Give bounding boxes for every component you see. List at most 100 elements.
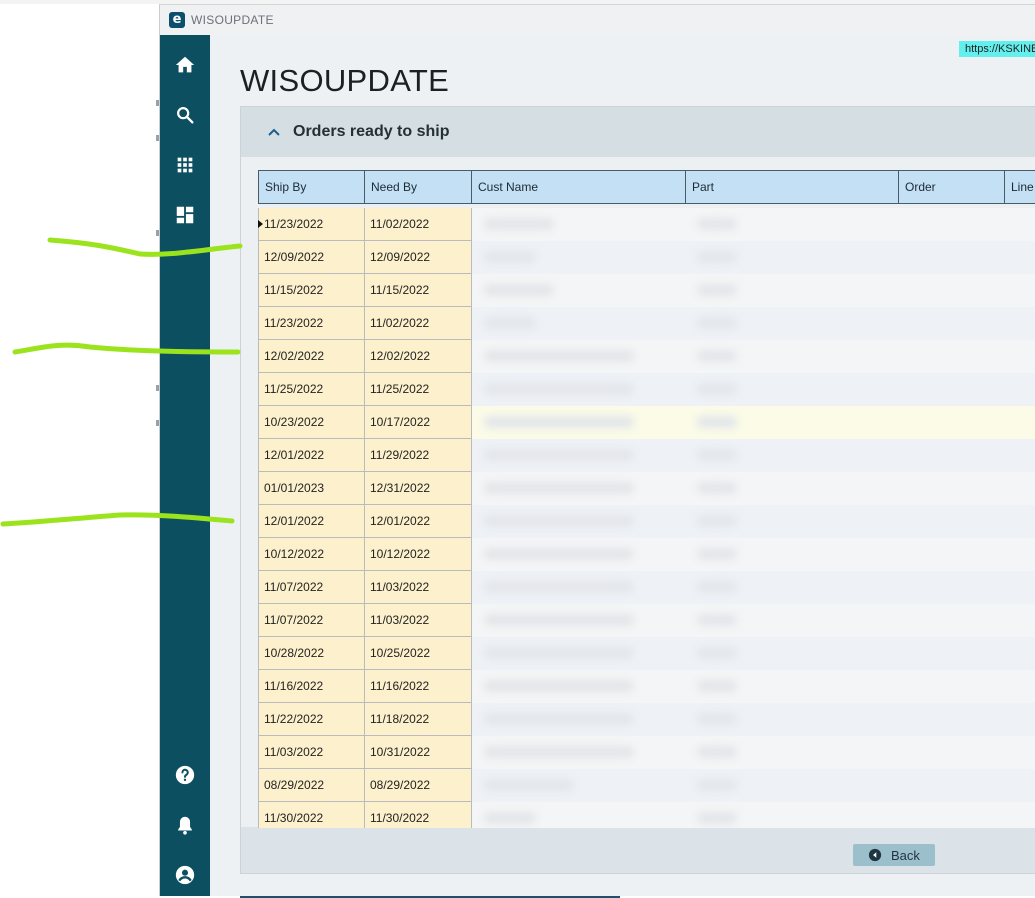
table-row[interactable]: 10/12/2022 10/12/2022 [258, 538, 1035, 571]
table-row[interactable]: 10/23/2022 10/17/2022 [258, 406, 1035, 439]
column-header-order[interactable]: Order [899, 170, 1005, 204]
ship-by-cell[interactable]: 11/07/2022 [258, 571, 365, 604]
need-by-cell[interactable]: 10/25/2022 [365, 637, 472, 670]
sidebar-item-search[interactable] [160, 95, 210, 135]
column-header-need-by[interactable]: Need By [365, 170, 472, 204]
table-row[interactable]: 12/09/2022 12/09/2022 [258, 241, 1035, 274]
need-by-cell[interactable]: 11/18/2022 [365, 703, 472, 736]
redacted-text [697, 779, 737, 791]
redacted-text [484, 449, 634, 461]
ship-by-cell[interactable]: 12/02/2022 [258, 340, 365, 373]
table-row[interactable]: 11/25/2022 11/25/2022 [258, 373, 1035, 406]
sidebar-item-apps[interactable] [160, 145, 210, 185]
table-row[interactable]: 11/07/2022 11/03/2022 [258, 604, 1035, 637]
table-row[interactable]: 11/30/2022 11/30/2022 [258, 802, 1035, 828]
title-bar: e WISOUPDATE [160, 5, 1035, 35]
ship-by-cell[interactable]: 11/22/2022 [258, 703, 365, 736]
ship-by-cell[interactable]: 12/09/2022 [258, 241, 365, 274]
redacted-text [484, 713, 634, 725]
need-by-cell[interactable]: 11/03/2022 [365, 571, 472, 604]
ship-by-cell[interactable]: 11/03/2022 [258, 736, 365, 769]
bell-icon [178, 816, 192, 835]
url-badge: https://KSKINB [959, 41, 1035, 57]
need-by-cell[interactable]: 12/01/2022 [365, 505, 472, 538]
ship-by-cell[interactable]: 12/01/2022 [258, 505, 365, 538]
collapse-button[interactable] [261, 122, 287, 142]
need-by-cell[interactable]: 11/02/2022 [365, 208, 472, 241]
need-by-cell[interactable]: 11/29/2022 [365, 439, 472, 472]
sidebar-item-account[interactable] [160, 855, 210, 895]
ship-by-cell[interactable]: 01/01/2023 [258, 472, 365, 505]
ship-by-cell[interactable]: 12/01/2022 [258, 439, 365, 472]
need-by-cell[interactable]: 10/31/2022 [365, 736, 472, 769]
dashboard-icon [176, 206, 194, 224]
redacted-cells [472, 802, 1035, 828]
need-by-cell[interactable]: 11/16/2022 [365, 670, 472, 703]
need-by-cell[interactable]: 10/12/2022 [365, 538, 472, 571]
need-by-cell[interactable]: 08/29/2022 [365, 769, 472, 802]
table-row[interactable]: 11/15/2022 11/15/2022 [258, 274, 1035, 307]
redacted-text [697, 251, 737, 263]
orders-grid: Ship By Need By Cust Name Part Order Lin… [258, 170, 1035, 828]
redacted-cells [472, 472, 1035, 505]
ship-by-cell[interactable]: 11/07/2022 [258, 604, 365, 637]
redacted-cells [472, 736, 1035, 769]
table-row[interactable]: 11/23/2022 11/02/2022 [258, 307, 1035, 340]
redacted-text [697, 350, 737, 362]
ship-by-cell[interactable]: 11/23/2022 [258, 307, 365, 340]
need-by-cell[interactable]: 11/15/2022 [365, 274, 472, 307]
need-by-cell[interactable]: 10/17/2022 [365, 406, 472, 439]
ship-by-cell[interactable]: 10/28/2022 [258, 637, 365, 670]
redacted-text [697, 383, 737, 395]
ship-by-cell[interactable]: 11/23/2022 [258, 208, 365, 241]
need-by-cell[interactable]: 12/31/2022 [365, 472, 472, 505]
redacted-text [697, 449, 737, 461]
need-by-cell[interactable]: 11/03/2022 [365, 604, 472, 637]
redacted-text [484, 647, 634, 659]
ship-by-cell[interactable]: 11/16/2022 [258, 670, 365, 703]
ship-by-cell[interactable]: 08/29/2022 [258, 769, 365, 802]
redacted-text [697, 515, 737, 527]
table-row[interactable]: 12/01/2022 11/29/2022 [258, 439, 1035, 472]
help-icon [175, 765, 195, 785]
redacted-text [697, 482, 737, 494]
sidebar-item-home[interactable] [160, 45, 210, 85]
need-by-cell[interactable]: 11/02/2022 [365, 307, 472, 340]
table-row[interactable]: 12/02/2022 12/02/2022 [258, 340, 1035, 373]
ship-by-cell[interactable]: 10/23/2022 [258, 406, 365, 439]
table-row[interactable]: 01/01/2023 12/31/2022 [258, 472, 1035, 505]
redacted-cells [472, 208, 1035, 241]
table-row[interactable]: 11/07/2022 11/03/2022 [258, 571, 1035, 604]
table-row[interactable]: 08/29/2022 08/29/2022 [258, 769, 1035, 802]
redacted-text [697, 614, 737, 626]
need-by-cell[interactable]: 12/02/2022 [365, 340, 472, 373]
sidebar-item-notifications[interactable] [160, 805, 210, 845]
panel-header: Orders ready to ship [241, 107, 1035, 158]
need-by-cell[interactable]: 12/09/2022 [365, 241, 472, 274]
back-button[interactable]: Back [853, 844, 935, 866]
redacted-text [697, 812, 737, 824]
need-by-cell[interactable]: 11/30/2022 [365, 802, 472, 828]
sidebar-item-help[interactable] [160, 755, 210, 795]
column-header-line[interactable]: Line [1005, 170, 1035, 204]
ship-by-cell[interactable]: 11/15/2022 [258, 274, 365, 307]
table-row[interactable]: 11/16/2022 11/16/2022 [258, 670, 1035, 703]
table-row[interactable]: 12/01/2022 12/01/2022 [258, 505, 1035, 538]
need-by-cell[interactable]: 11/25/2022 [365, 373, 472, 406]
redacted-text [484, 218, 554, 230]
sidebar-item-dashboard[interactable] [160, 195, 210, 235]
ship-by-cell[interactable]: 11/30/2022 [258, 802, 365, 828]
ship-by-cell[interactable]: 11/25/2022 [258, 373, 365, 406]
redacted-text [484, 812, 536, 824]
table-row[interactable]: 11/23/2022 11/02/2022 [258, 208, 1035, 241]
account-icon [175, 865, 195, 885]
table-row[interactable]: 11/03/2022 10/31/2022 [258, 736, 1035, 769]
column-header-cust-name[interactable]: Cust Name [472, 170, 686, 204]
column-header-part[interactable]: Part [686, 170, 899, 204]
table-row[interactable]: 11/22/2022 11/18/2022 [258, 703, 1035, 736]
table-row[interactable]: 10/28/2022 10/25/2022 [258, 637, 1035, 670]
redacted-text [484, 416, 634, 428]
column-header-ship-by[interactable]: Ship By [258, 170, 365, 204]
ship-by-cell[interactable]: 10/12/2022 [258, 538, 365, 571]
redacted-text [484, 581, 634, 593]
